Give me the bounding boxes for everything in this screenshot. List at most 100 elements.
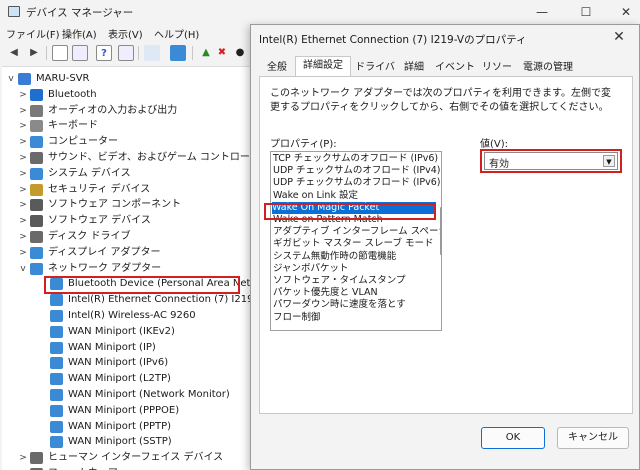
tree-item[interactable]: Intel(R) Wireless-AC 9260 [2, 308, 252, 324]
tree-item[interactable]: > ヒューマン インターフェイス デバイス [2, 450, 252, 466]
view-icon[interactable] [118, 45, 134, 61]
tree-item-label: セキュリティ デバイス [48, 183, 151, 195]
uninstall-icon[interactable]: ✖ [214, 45, 230, 61]
device-category-icon [30, 183, 43, 196]
tree-item[interactable]: WAN Miniport (IPv6) [2, 355, 252, 371]
tree-item[interactable]: > サウンド、ビデオ、およびゲーム コントローラー [2, 150, 252, 166]
listbox-scrollbar[interactable] [440, 207, 442, 255]
chevron-down-icon[interactable]: v [6, 71, 16, 87]
property-list-item[interactable]: ギガビット マスター スレーブ モード [273, 238, 434, 250]
tab-resources[interactable]: リソース [477, 58, 517, 91]
monitor-icon[interactable] [170, 45, 186, 61]
property-list-item[interactable]: パケット優先度と VLAN [273, 287, 433, 299]
tree-item[interactable]: WAN Miniport (Network Monitor) [2, 387, 252, 403]
tab-driver[interactable]: ドライバー [351, 58, 399, 91]
chevron-right-icon[interactable]: > [18, 166, 28, 182]
minimize-button[interactable]: — [530, 3, 554, 21]
chevron-right-icon[interactable]: > [18, 197, 28, 213]
show-hide-tree-icon[interactable] [52, 45, 68, 61]
property-list-item[interactable]: Wake on Link 設定 [273, 190, 433, 202]
network-adapter-icon [50, 404, 63, 417]
property-list-item[interactable]: フロー制御 [273, 312, 433, 324]
tree-item-label: WAN Miniport (PPTP) [68, 420, 172, 432]
tree-item-label: Intel(R) Wireless-AC 9260 [68, 310, 196, 321]
chevron-right-icon[interactable]: > [18, 87, 28, 103]
chevron-right-icon[interactable]: > [18, 118, 28, 134]
tree-item[interactable]: > ソフトウェア コンポーネント [2, 197, 252, 213]
tree-item[interactable]: WAN Miniport (L2TP) [2, 371, 252, 387]
tree-item[interactable]: WAN Miniport (PPTP) [2, 419, 252, 435]
tree-item[interactable]: > Bluetooth [2, 87, 252, 103]
chevron-right-icon[interactable]: > [18, 182, 28, 198]
tree-item-label: ディスク ドライブ [48, 231, 131, 242]
tree-item-label: MARU-SVR [36, 73, 90, 84]
ok-button[interactable]: OK [481, 427, 545, 449]
menu-help[interactable]: ヘルプ(H) [154, 26, 199, 41]
back-icon[interactable]: ◀ [6, 45, 22, 61]
help-icon[interactable]: ? [96, 45, 112, 61]
property-list-item[interactable]: システム無動作時の節電機能 [273, 251, 433, 263]
disable-icon[interactable]: ● [232, 45, 248, 61]
tree-root[interactable]: v MARU-SVR [2, 71, 252, 87]
tree-item[interactable]: WAN Miniport (IP) [2, 340, 252, 356]
tree-item[interactable]: > システム デバイス [2, 166, 252, 182]
chevron-right-icon[interactable]: > [18, 134, 28, 150]
scan-hardware-icon[interactable] [144, 45, 160, 61]
tree-item[interactable]: v ネットワーク アダプター [2, 261, 252, 277]
property-listbox[interactable]: TCP チェックサムのオフロード (IPv6) UDP チェックサムのオフロード … [270, 151, 442, 331]
chevron-right-icon[interactable]: > [18, 450, 28, 466]
network-adapter-icon [50, 341, 63, 354]
tab-details[interactable]: 詳細 [399, 58, 429, 76]
tree-item[interactable]: > コンピューター [2, 134, 252, 150]
chevron-right-icon[interactable]: > [18, 213, 28, 229]
properties-dialog: Intel(R) Ethernet Connection (7) I219-Vの… [250, 24, 640, 470]
network-adapter-icon [50, 436, 63, 449]
tree-item[interactable]: WAN Miniport (PPPOE) [2, 403, 252, 419]
tree-item-label: ヒューマン インターフェイス デバイス [48, 452, 224, 464]
tree-item[interactable]: > ディスク ドライブ [2, 229, 252, 245]
tab-events[interactable]: イベント [433, 58, 477, 76]
cancel-button[interactable]: キャンセル [557, 427, 629, 449]
property-list-item[interactable]: パワーダウン時に速度を落とす [273, 299, 433, 311]
chevron-right-icon[interactable]: > [18, 103, 28, 119]
maximize-button[interactable]: ☐ [574, 3, 598, 21]
device-category-icon [30, 231, 43, 243]
property-list-item[interactable]: UDP チェックサムのオフロード (IPv6) [273, 177, 440, 189]
tree-item[interactable]: > キーボード [2, 118, 252, 134]
tree-item-label: WAN Miniport (IPv6) [68, 357, 169, 369]
chevron-down-icon[interactable]: v [18, 261, 28, 277]
menu-file[interactable]: ファイル(F) [6, 26, 60, 41]
tree-item[interactable]: > セキュリティ デバイス [2, 182, 252, 198]
menu-action[interactable]: 操作(A) [62, 26, 97, 41]
chevron-right-icon[interactable]: > [18, 466, 28, 470]
tree-item[interactable]: > ソフトウェア デバイス [2, 213, 252, 229]
property-list-item[interactable]: アダプティブ インターフレーム スペーシング [273, 226, 441, 238]
highlight-box [264, 203, 436, 220]
property-list-item[interactable]: UDP チェックサムのオフロード (IPv4) [273, 165, 440, 177]
tab-advanced[interactable]: 詳細設定 [295, 56, 351, 77]
tab-general[interactable]: 全般 [259, 58, 295, 76]
property-list-item[interactable]: ソフトウェア・タイムスタンプ [273, 275, 433, 287]
tree-item-label: WAN Miniport (Network Monitor) [68, 389, 230, 400]
update-driver-icon[interactable]: ▲ [198, 45, 214, 61]
forward-icon[interactable]: ▶ [26, 45, 42, 61]
chevron-right-icon[interactable]: > [18, 150, 28, 166]
tree-item[interactable]: WAN Miniport (SSTP) [2, 434, 252, 450]
menu-view[interactable]: 表示(V) [108, 26, 143, 41]
device-category-icon [30, 199, 43, 212]
device-category-icon [30, 246, 43, 259]
chevron-right-icon[interactable]: > [18, 245, 28, 261]
chevron-right-icon[interactable]: > [18, 229, 28, 245]
property-list-item[interactable]: TCP チェックサムのオフロード (IPv6) [273, 153, 438, 165]
tree-item[interactable]: > ディスプレイ アダプター [2, 245, 252, 261]
tree-item[interactable]: > オーディオの入力および出力 [2, 103, 252, 119]
property-list-item[interactable]: ジャンボパケット [273, 263, 433, 275]
tree-item[interactable]: Intel(R) Ethernet Connection (7) I219-V [2, 292, 252, 308]
tab-power-management[interactable]: 電源の管理 [519, 58, 577, 76]
tree-item[interactable]: WAN Miniport (IKEv2) [2, 324, 252, 340]
dialog-close-button[interactable]: ✕ [609, 29, 629, 45]
properties-icon[interactable] [72, 45, 88, 61]
network-adapter-icon [50, 294, 63, 307]
close-button[interactable]: ✕ [614, 3, 638, 21]
tree-item[interactable]: >ファームウェア [2, 466, 252, 470]
